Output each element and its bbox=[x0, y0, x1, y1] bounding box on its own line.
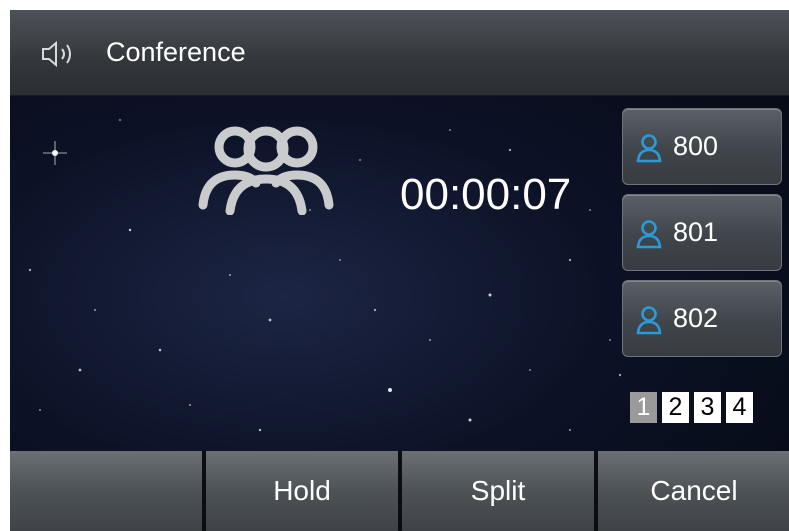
user-icon bbox=[636, 306, 662, 335]
page-4[interactable]: 4 bbox=[726, 392, 753, 423]
user-icon bbox=[636, 134, 662, 163]
conference-group-icon bbox=[198, 126, 334, 215]
title-bar: Conference bbox=[10, 10, 789, 96]
member-number: 801 bbox=[673, 217, 719, 247]
member-800[interactable]: 800 bbox=[622, 108, 782, 185]
softkey-bar: Hold Split Cancel bbox=[10, 451, 789, 531]
page-title: Conference bbox=[106, 37, 246, 67]
page-3[interactable]: 3 bbox=[694, 392, 721, 423]
hold-button[interactable]: Hold bbox=[202, 451, 398, 531]
split-button[interactable]: Split bbox=[398, 451, 594, 531]
phone-screen: Conference 00:00:07 800 801 802 1 2 3 4 … bbox=[10, 10, 789, 531]
page-2[interactable]: 2 bbox=[662, 392, 689, 423]
speaker-icon bbox=[42, 40, 71, 68]
member-number: 800 bbox=[673, 131, 719, 161]
cancel-button[interactable]: Cancel bbox=[594, 451, 789, 531]
member-801[interactable]: 801 bbox=[622, 194, 782, 271]
softkey-1-blank[interactable] bbox=[10, 451, 202, 531]
page-1[interactable]: 1 bbox=[630, 392, 657, 423]
member-802[interactable]: 802 bbox=[622, 280, 782, 357]
call-timer: 00:00:07 bbox=[400, 170, 572, 219]
user-icon bbox=[636, 220, 662, 249]
page-indicator: 1 2 3 4 bbox=[630, 392, 753, 423]
member-number: 802 bbox=[673, 303, 719, 333]
